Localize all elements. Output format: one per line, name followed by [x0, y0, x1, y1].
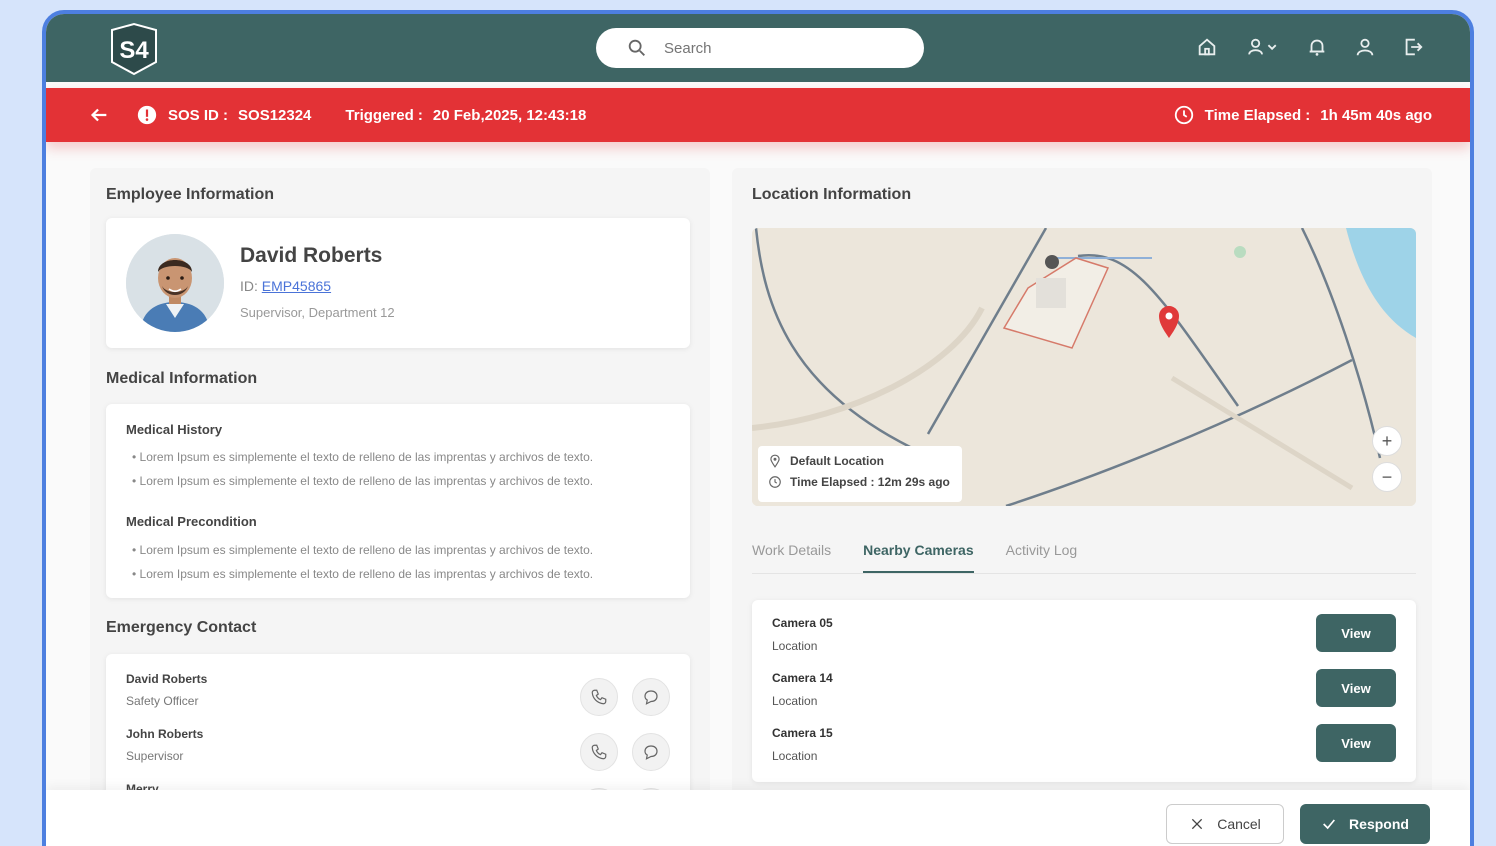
clock-icon [1174, 105, 1193, 125]
employee-role: Supervisor, Department 12 [240, 305, 395, 320]
tab-work-details[interactable]: Work Details [752, 542, 831, 573]
employee-id-link[interactable]: EMP45865 [262, 278, 331, 294]
map-location-label: Default Location [790, 454, 885, 468]
tab-nearby-cameras[interactable]: Nearby Cameras [863, 542, 974, 573]
contact-item: David Roberts Safety Officer [126, 672, 207, 708]
medical-section-title: Medical Information [106, 370, 258, 387]
home-icon[interactable] [1194, 34, 1220, 60]
avatar [126, 234, 224, 332]
employee-section-title: Employee Information [106, 186, 275, 203]
contact-role: Safety Officer [126, 694, 199, 708]
location-section-title: Location Information [752, 186, 912, 203]
employee-card: David Roberts ID: EMP45865 Supervisor, D… [106, 218, 690, 348]
back-arrow-icon[interactable] [88, 104, 110, 126]
camera-location: Location [772, 749, 818, 763]
camera-name: Camera 15 [772, 726, 833, 740]
app-logo[interactable]: S4 [108, 22, 160, 76]
sos-id-label: SOS ID : [168, 106, 229, 124]
top-icon-group [1194, 34, 1426, 60]
tab-activity-log[interactable]: Activity Log [1006, 542, 1078, 573]
view-camera-button[interactable]: View [1316, 724, 1396, 762]
employee-id: ID: EMP45865 [240, 278, 331, 294]
users-dropdown-icon[interactable] [1242, 34, 1282, 60]
user-icon[interactable] [1352, 34, 1378, 60]
camera-location: Location [772, 694, 818, 708]
clock-icon [769, 476, 781, 488]
map-info-card: Default Location Time Elapsed : 12m 29s … [758, 446, 962, 502]
contact-name: John Roberts [126, 727, 204, 741]
app-window: S4 Search SOS ID: SOS12324 Triggered: … [42, 10, 1474, 846]
list-item: • Lorem Ipsum es simplemente el texto de… [132, 543, 594, 557]
search-icon [628, 39, 645, 56]
medical-history-title: Medical History [126, 422, 223, 437]
list-item: • Lorem Ipsum es simplemente el texto de… [132, 450, 594, 464]
check-icon [1323, 819, 1336, 830]
contact-role: Supervisor [126, 749, 184, 763]
list-item: • Lorem Ipsum es simplemente el texto de… [132, 567, 594, 581]
cameras-card: Camera 05 Location View Camera 14 Locati… [752, 600, 1416, 782]
close-icon [1192, 818, 1203, 830]
medical-precondition-title: Medical Precondition [126, 514, 257, 529]
view-camera-button[interactable]: View [1316, 614, 1396, 652]
camera-name: Camera 14 [772, 671, 833, 685]
call-button[interactable] [580, 733, 618, 771]
contact-name: David Roberts [126, 672, 208, 686]
right-panel: Location Information Default Location Ti… [732, 168, 1432, 808]
phone-icon [591, 744, 607, 760]
camera-location: Location [772, 639, 818, 653]
alert-icon [137, 105, 157, 125]
emergency-section-title: Emergency Contact [106, 619, 257, 636]
message-button[interactable] [632, 678, 670, 716]
cancel-label: Cancel [1217, 816, 1261, 832]
elapsed-label: Time Elapsed : [1204, 106, 1311, 124]
left-panel: Employee Information David Roberts ID: E… [90, 168, 710, 808]
zoom-out-button[interactable]: − [1372, 462, 1402, 492]
emergency-card: David Roberts Safety Officer John Robert… [106, 654, 690, 808]
call-button[interactable] [580, 678, 618, 716]
camera-item: Camera 05 Location [772, 616, 833, 653]
sos-id-value: SOS12324 [238, 106, 312, 124]
cancel-button[interactable]: Cancel [1166, 804, 1284, 844]
location-map[interactable]: Default Location Time Elapsed : 12m 29s … [752, 228, 1416, 506]
message-button[interactable] [632, 733, 670, 771]
camera-name: Camera 05 [772, 616, 833, 630]
bell-icon[interactable] [1304, 34, 1330, 60]
logout-icon[interactable] [1400, 34, 1426, 60]
contact-item: John Roberts Supervisor [126, 727, 203, 763]
view-camera-button[interactable]: View [1316, 669, 1396, 707]
sos-alert-bar: SOS ID : SOS12324 Triggered : 20 Feb,202… [46, 88, 1470, 142]
top-navbar: S4 [46, 14, 1470, 82]
chat-icon [644, 745, 658, 760]
search-input[interactable] [664, 39, 884, 57]
detail-tabs: Work Details Nearby Cameras Activity Log [752, 542, 1416, 574]
phone-icon [591, 689, 607, 705]
list-item: • Lorem Ipsum es simplemente el texto de… [132, 474, 594, 488]
employee-id-prefix: ID: [240, 278, 258, 294]
triggered-label: Triggered : [345, 106, 423, 124]
triggered-value: 20 Feb,2025, 12:43:18 [432, 106, 587, 124]
elapsed-value: 1h 45m 40s ago [1320, 106, 1432, 124]
zoom-in-button[interactable]: + [1372, 426, 1402, 456]
camera-item: Camera 14 Location [772, 671, 833, 708]
map-pin-icon [770, 454, 780, 468]
respond-button[interactable]: Respond [1300, 804, 1430, 844]
medical-card: Medical History • Lorem Ipsum es simplem… [106, 404, 690, 598]
respond-label: Respond [1349, 816, 1409, 832]
logo-text: S4 [119, 37, 149, 64]
chat-icon [644, 690, 658, 705]
search-bar[interactable] [596, 28, 924, 68]
action-footer: Cancel Respond [46, 790, 1470, 846]
map-time-elapsed: Time Elapsed : 12m 29s ago [790, 475, 950, 489]
camera-item: Camera 15 Location [772, 726, 833, 763]
employee-name: David Roberts [240, 244, 383, 267]
